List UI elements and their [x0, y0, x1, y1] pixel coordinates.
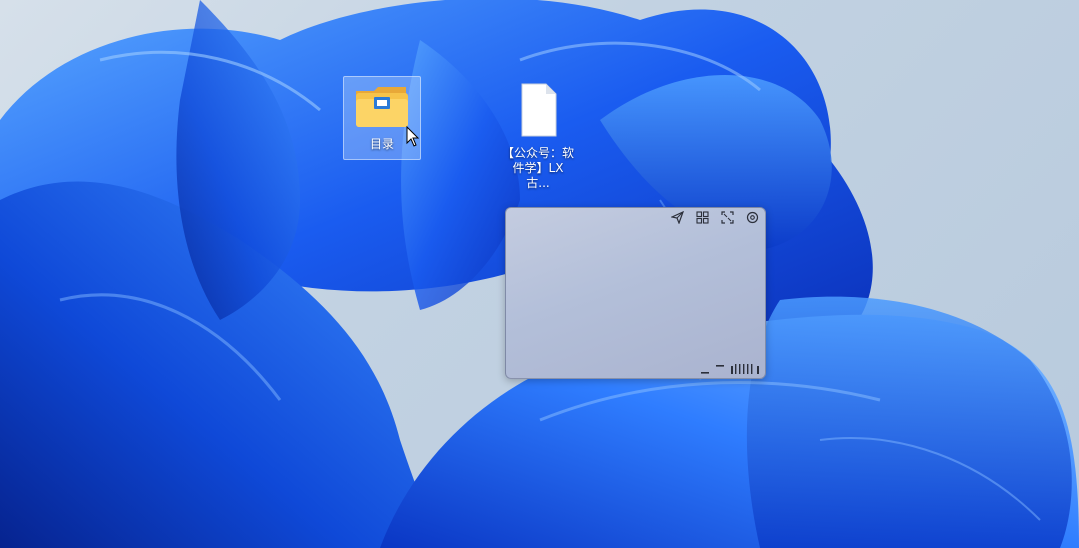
underscore-icon: [701, 372, 709, 374]
send-icon: [671, 211, 684, 224]
folder-icon: [356, 87, 408, 127]
send-button[interactable]: [669, 210, 686, 225]
file-icon: [521, 83, 557, 137]
widget-status-bar: [701, 363, 761, 375]
grid-icon: [696, 211, 709, 224]
desktop[interactable]: 目录 【公众号：软件学】LX古...: [0, 0, 1079, 548]
desktop-icon-file[interactable]: 【公众号：软件学】LX古...: [499, 76, 577, 190]
settings-button[interactable]: [744, 210, 761, 225]
grid-button[interactable]: [694, 210, 711, 225]
fullscreen-icon: [721, 211, 734, 224]
file-label: 【公众号：软件学】LX古...: [501, 146, 574, 190]
settings-icon: [746, 211, 759, 224]
floating-widget-window[interactable]: [505, 207, 766, 379]
fullscreen-button[interactable]: [719, 210, 736, 225]
mouse-cursor-icon: [406, 126, 420, 147]
dash-icon: [716, 365, 724, 367]
widget-toolbar: [669, 210, 761, 225]
level-bars-icon: [731, 364, 759, 374]
